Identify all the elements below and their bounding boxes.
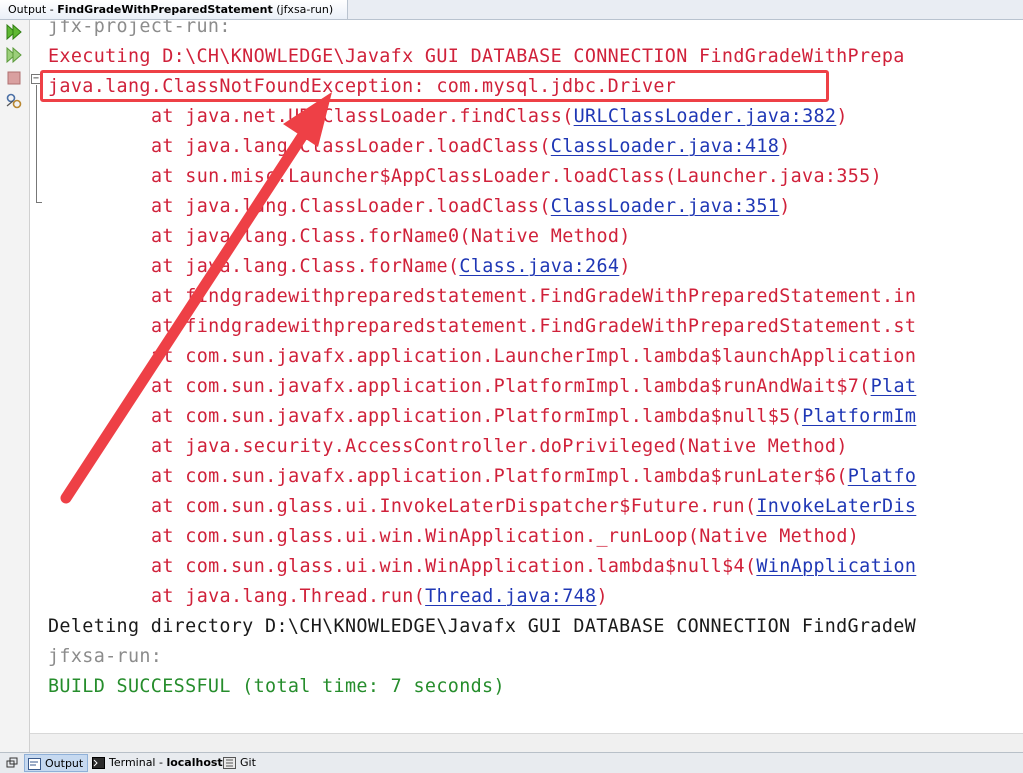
stack-frame-line: at java.lang.Class.forName0(Native Metho… [48, 222, 631, 252]
fold-guide [36, 85, 37, 203]
stack-frame-tail: ) [779, 136, 791, 157]
terminal-host: localhost [166, 756, 223, 769]
terminal-icon [92, 757, 105, 769]
output-icon [28, 758, 41, 770]
stack-frame-line: at java.lang.ClassLoader.loadClass(Class… [48, 192, 791, 222]
stack-frame-line: at com.sun.glass.ui.win.WinApplication._… [48, 522, 859, 552]
project-run-line: jfx-project-run: [48, 20, 231, 37]
exception-highlight-box [40, 70, 829, 102]
stack-frame-text: at java.lang.Class.forName( [151, 256, 460, 277]
stack-frame-line: at findgradewithpreparedstatement.FindGr… [48, 282, 916, 312]
rerun-with-options-icon[interactable] [5, 46, 23, 64]
stack-frame-text: at java.lang.ClassLoader.loadClass( [151, 136, 551, 157]
source-link[interactable]: ClassLoader.java:418 [551, 136, 779, 157]
rerun-icon[interactable] [5, 23, 23, 41]
source-link[interactable]: Plat [871, 376, 917, 397]
stack-frame-line: at com.sun.javafx.application.LauncherIm… [48, 342, 916, 372]
git-window-button[interactable]: Git [220, 754, 256, 772]
source-link[interactable]: ClassLoader.java:351 [551, 196, 779, 217]
stack-frame-line: at com.sun.javafx.application.PlatformIm… [48, 402, 916, 432]
stack-frame-tail: ) [779, 196, 791, 217]
terminal-prefix: Terminal - [109, 756, 167, 769]
output-window-button[interactable]: Output [24, 754, 89, 772]
output-toolbar [0, 20, 30, 752]
stack-frame-text: at com.sun.javafx.application.PlatformIm… [151, 466, 848, 487]
stack-frame-tail: ) [836, 106, 848, 127]
stack-frame-text: at findgradewithpreparedstatement.FindGr… [151, 286, 917, 307]
stack-frame-line: at com.sun.javafx.application.PlatformIm… [48, 372, 916, 402]
tab-prefix: Output - [8, 3, 58, 16]
stack-frame-text: at com.sun.glass.ui.win.WinApplication._… [151, 526, 860, 547]
source-link[interactable]: Class.java:264 [459, 256, 619, 277]
build-successful-line: BUILD SUCCESSFUL (total time: 7 seconds) [48, 676, 505, 697]
stack-frame-line: at java.security.AccessController.doPriv… [48, 432, 848, 462]
stack-frame-text: at java.security.AccessController.doPriv… [151, 436, 848, 457]
stack-frame-line: at java.lang.Class.forName(Class.java:26… [48, 252, 631, 282]
terminal-window-button[interactable]: Terminal - localhost [89, 754, 223, 772]
stack-frame-tail: ) [619, 256, 631, 277]
restore-window-icon[interactable] [3, 754, 21, 772]
stack-frame-text: at java.lang.Thread.run( [151, 586, 426, 607]
stack-frame-text: at com.sun.glass.ui.win.WinApplication.l… [151, 556, 757, 577]
tab-project-name: FindGradeWithPreparedStatement [57, 3, 273, 16]
deleting-line: Deleting directory D:\CH\KNOWLEDGE\Javaf… [48, 616, 917, 637]
tab-suffix: (jfxsa-run) [272, 3, 334, 16]
stack-frame-text: at findgradewithpreparedstatement.FindGr… [151, 316, 917, 337]
stack-frame-line: at com.sun.glass.ui.win.WinApplication.l… [48, 552, 916, 582]
jfxsa-run-line: jfxsa-run: [48, 646, 163, 667]
source-link[interactable]: Thread.java:748 [425, 586, 596, 607]
output-tab[interactable]: Output - FindGradeWithPreparedStatement … [0, 0, 349, 19]
git-window-label: Git [240, 756, 256, 769]
stack-frame-text: at java.lang.Class.forName0(Native Metho… [151, 226, 631, 247]
output-window-label: Output [45, 757, 84, 770]
stack-frame-line: at com.sun.glass.ui.InvokeLaterDispatche… [48, 492, 916, 522]
source-link[interactable]: URLClassLoader.java:382 [574, 106, 837, 127]
stack-frame-text: at com.sun.glass.ui.InvokeLaterDispatche… [151, 496, 757, 517]
bottom-window-bar: Output Terminal - localhost Git [0, 752, 1023, 773]
stack-frame-line: at java.lang.Thread.run(Thread.java:748) [48, 582, 608, 612]
stop-icon[interactable] [5, 69, 23, 87]
executing-line: Executing D:\CH\KNOWLEDGE\Javafx GUI DAT… [48, 46, 905, 67]
source-link[interactable]: InvokeLaterDis [756, 496, 916, 517]
stack-frame-line: at java.lang.ClassLoader.loadClass(Class… [48, 132, 791, 162]
stack-frame-line: at java.net.URLClassLoader.findClass(URL… [48, 102, 848, 132]
git-icon [223, 757, 236, 769]
source-link[interactable]: PlatformIm [802, 406, 916, 427]
output-console[interactable]: − jfx-project-run: Executing D:\CH\KNOWL… [30, 20, 1023, 732]
stack-frame-line: at findgradewithpreparedstatement.FindGr… [48, 312, 916, 342]
stack-frame-text: at com.sun.javafx.application.LauncherIm… [151, 346, 917, 367]
settings-icon[interactable] [5, 92, 23, 110]
stack-frame-line: at com.sun.javafx.application.PlatformIm… [48, 462, 916, 492]
source-link[interactable]: WinApplication [756, 556, 916, 577]
stack-frame-line: at sun.misc.Launcher$AppClassLoader.load… [48, 162, 882, 192]
stack-frame-text: at com.sun.javafx.application.PlatformIm… [151, 376, 871, 397]
fold-guide-end [36, 202, 42, 203]
stack-frame-tail: ) [596, 586, 608, 607]
stack-frame-text: at java.lang.ClassLoader.loadClass( [151, 196, 551, 217]
stack-frame-text: at sun.misc.Launcher$AppClassLoader.load… [151, 166, 883, 187]
output-titlebar: Output - FindGradeWithPreparedStatement … [0, 0, 1023, 20]
stack-frame-text: at com.sun.javafx.application.PlatformIm… [151, 406, 803, 427]
stack-frame-text: at java.net.URLClassLoader.findClass( [151, 106, 574, 127]
horizontal-scrollbar[interactable] [30, 733, 1023, 752]
source-link[interactable]: Platfo [848, 466, 917, 487]
